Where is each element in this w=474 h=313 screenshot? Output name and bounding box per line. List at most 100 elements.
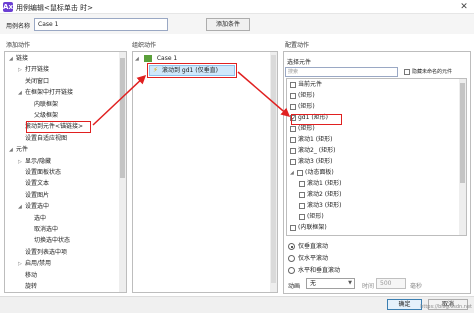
action-tree-item[interactable]: ◢ 链接 (9, 54, 28, 64)
case-name-label: 用例名称 (6, 23, 31, 30)
widget-list-item[interactable]: 滚动2 (矩形) (299, 190, 341, 200)
time-input[interactable]: 500 (376, 278, 406, 289)
action-tree-item[interactable]: 旋转 (18, 282, 37, 292)
action-tree-item[interactable]: ▷ 打开链接 (18, 65, 49, 75)
widget-search-input[interactable]: 搜索 (285, 67, 398, 77)
widget-label: (动态面板) (305, 169, 334, 176)
widget-checkbox[interactable] (297, 169, 303, 176)
annotation-box-action (147, 63, 237, 78)
expand-icon[interactable]: ▷ (18, 65, 25, 75)
widget-list-scrollbar-thumb[interactable] (460, 83, 465, 183)
ok-button[interactable]: 确定 (387, 299, 422, 310)
widget-label: (矩形) (307, 213, 324, 220)
widget-checkbox[interactable] (299, 180, 305, 187)
scroll-option-vertical[interactable]: 仅垂直滚动 (288, 241, 328, 250)
expand-icon[interactable]: ◢ (9, 145, 16, 155)
time-unit-label: 毫秒 (410, 283, 423, 290)
widget-checkbox[interactable] (290, 158, 296, 165)
widget-label: 滚动2_ (矩形) (298, 147, 336, 154)
widget-checkbox[interactable] (290, 224, 296, 231)
close-icon[interactable]: ✕ (458, 1, 470, 13)
action-tree-item[interactable]: 设置自适应视图 (18, 134, 67, 144)
scroll-option-label: 水平和垂直滚动 (298, 267, 341, 274)
action-tree-item[interactable]: 关闭窗口 (18, 77, 49, 87)
widget-checkbox[interactable] (290, 125, 296, 132)
action-tree-item[interactable]: 切换选中状态 (27, 236, 70, 246)
animation-select[interactable]: 无 ▼ (306, 278, 355, 289)
widget-checkbox[interactable] (290, 136, 296, 143)
scroll-option-both[interactable]: 水平和垂直滚动 (288, 265, 340, 274)
expand-icon[interactable]: ◢ (18, 88, 25, 98)
action-tree-item[interactable]: 移动 (18, 271, 37, 281)
widget-list-item[interactable]: 滚动1 (矩形) (299, 179, 341, 189)
widget-checkbox[interactable] (299, 191, 305, 198)
add-condition-button[interactable]: 添加条件 (206, 18, 250, 31)
widget-list-item[interactable]: (矩形) (290, 91, 315, 101)
widget-list-item[interactable]: 滚动2_ (矩形) (290, 146, 335, 156)
actions-scrollbar-thumb[interactable] (120, 58, 125, 178)
widget-list-item[interactable]: 当前元件 (290, 80, 322, 90)
organize-scrollbar[interactable] (270, 52, 277, 292)
scroll-option-label: 仅水平滚动 (298, 255, 329, 262)
case-name-input[interactable]: Case 1 (34, 18, 168, 31)
configure-action-header: 配置动作 (285, 42, 310, 49)
case-node[interactable]: ◢ Case 1 (135, 55, 177, 62)
widget-list-item[interactable]: (矩形) (290, 124, 315, 134)
expand-icon[interactable]: ◢ (135, 56, 142, 62)
action-tree-item[interactable]: 取消选中 (27, 225, 58, 235)
action-tree-item[interactable]: 设置文本 (18, 179, 49, 189)
action-tree-item[interactable]: 选中 (27, 214, 46, 224)
hide-unnamed-option[interactable]: 隐藏未命名的元件 (404, 68, 452, 75)
expand-icon[interactable]: ▷ (18, 157, 25, 167)
action-tree-label: 设置图片 (25, 191, 50, 199)
widget-checkbox[interactable] (299, 213, 305, 220)
action-tree-item[interactable]: ▷ 启用/禁用 (18, 259, 51, 269)
widget-list-scrollbar[interactable] (459, 79, 466, 235)
action-tree-item[interactable]: ◢ 在框架中打开链接 (18, 88, 73, 98)
action-tree-label: 设置自适应视图 (25, 134, 68, 142)
action-tree-item[interactable]: ◢ 元件 (9, 145, 28, 155)
organize-scrollbar-thumb[interactable] (271, 55, 276, 283)
annotation-box-scroll-to-widget (26, 121, 91, 133)
action-tree-label: 内联框架 (34, 100, 59, 108)
action-tree-item[interactable]: ▷ 显示/隐藏 (18, 157, 51, 167)
action-tree-label: 在框架中打开链接 (25, 89, 74, 97)
radio-horizontal[interactable] (288, 255, 295, 262)
widget-list-item[interactable]: 滚动3 (矩形) (290, 157, 332, 167)
action-tree-label: 元件 (16, 146, 29, 154)
radio-vertical[interactable] (288, 243, 295, 250)
action-tree-label: 打开链接 (25, 66, 50, 74)
widget-list-item[interactable]: 滚动1 (矩形) (290, 135, 332, 145)
action-tree-label: 移动 (25, 271, 38, 279)
widget-checkbox[interactable] (299, 202, 305, 209)
widget-label: 滚动1 (矩形) (307, 180, 342, 187)
action-tree-item[interactable]: 内联框架 (27, 100, 58, 110)
action-tree-item[interactable]: 设置面板状态 (18, 168, 61, 178)
expand-icon[interactable]: ▷ (18, 259, 25, 269)
animation-label: 动画 (288, 283, 301, 290)
expand-icon[interactable]: ◢ (290, 168, 297, 178)
scroll-option-horizontal[interactable]: 仅水平滚动 (288, 253, 328, 262)
action-tree-label: 启用/禁用 (25, 260, 52, 268)
actions-scrollbar[interactable] (119, 52, 126, 292)
case-name-row: 用例名称 Case 1 添加条件 (0, 14, 474, 34)
widget-list-item[interactable]: (矩形) (290, 102, 315, 112)
radio-both[interactable] (288, 267, 295, 274)
action-tree-label: 设置面板状态 (25, 169, 62, 176)
widget-checkbox[interactable] (290, 81, 296, 88)
widget-checkbox[interactable] (290, 103, 296, 110)
action-tree-item[interactable]: 设置图片 (18, 191, 49, 201)
expand-icon[interactable]: ◢ (18, 202, 25, 212)
widget-list-item[interactable]: (内联框架) (290, 223, 327, 233)
widget-list-item[interactable]: 滚动3 (矩形) (299, 201, 341, 211)
widget-list-item[interactable]: (矩形) (299, 212, 324, 222)
action-tree-item[interactable]: ◢ 设置选中 (18, 202, 49, 212)
hide-unnamed-checkbox[interactable] (404, 68, 410, 75)
widget-checkbox[interactable] (290, 147, 296, 154)
action-tree-item[interactable]: 父级框架 (27, 111, 58, 121)
widget-checkbox[interactable] (290, 92, 296, 99)
expand-icon[interactable]: ◢ (9, 54, 16, 64)
action-tree-item[interactable]: 设置列表选中项 (18, 248, 67, 258)
widget-list-item[interactable]: ◢ (动态面板) (290, 168, 334, 178)
chevron-down-icon: ▼ (348, 280, 352, 286)
